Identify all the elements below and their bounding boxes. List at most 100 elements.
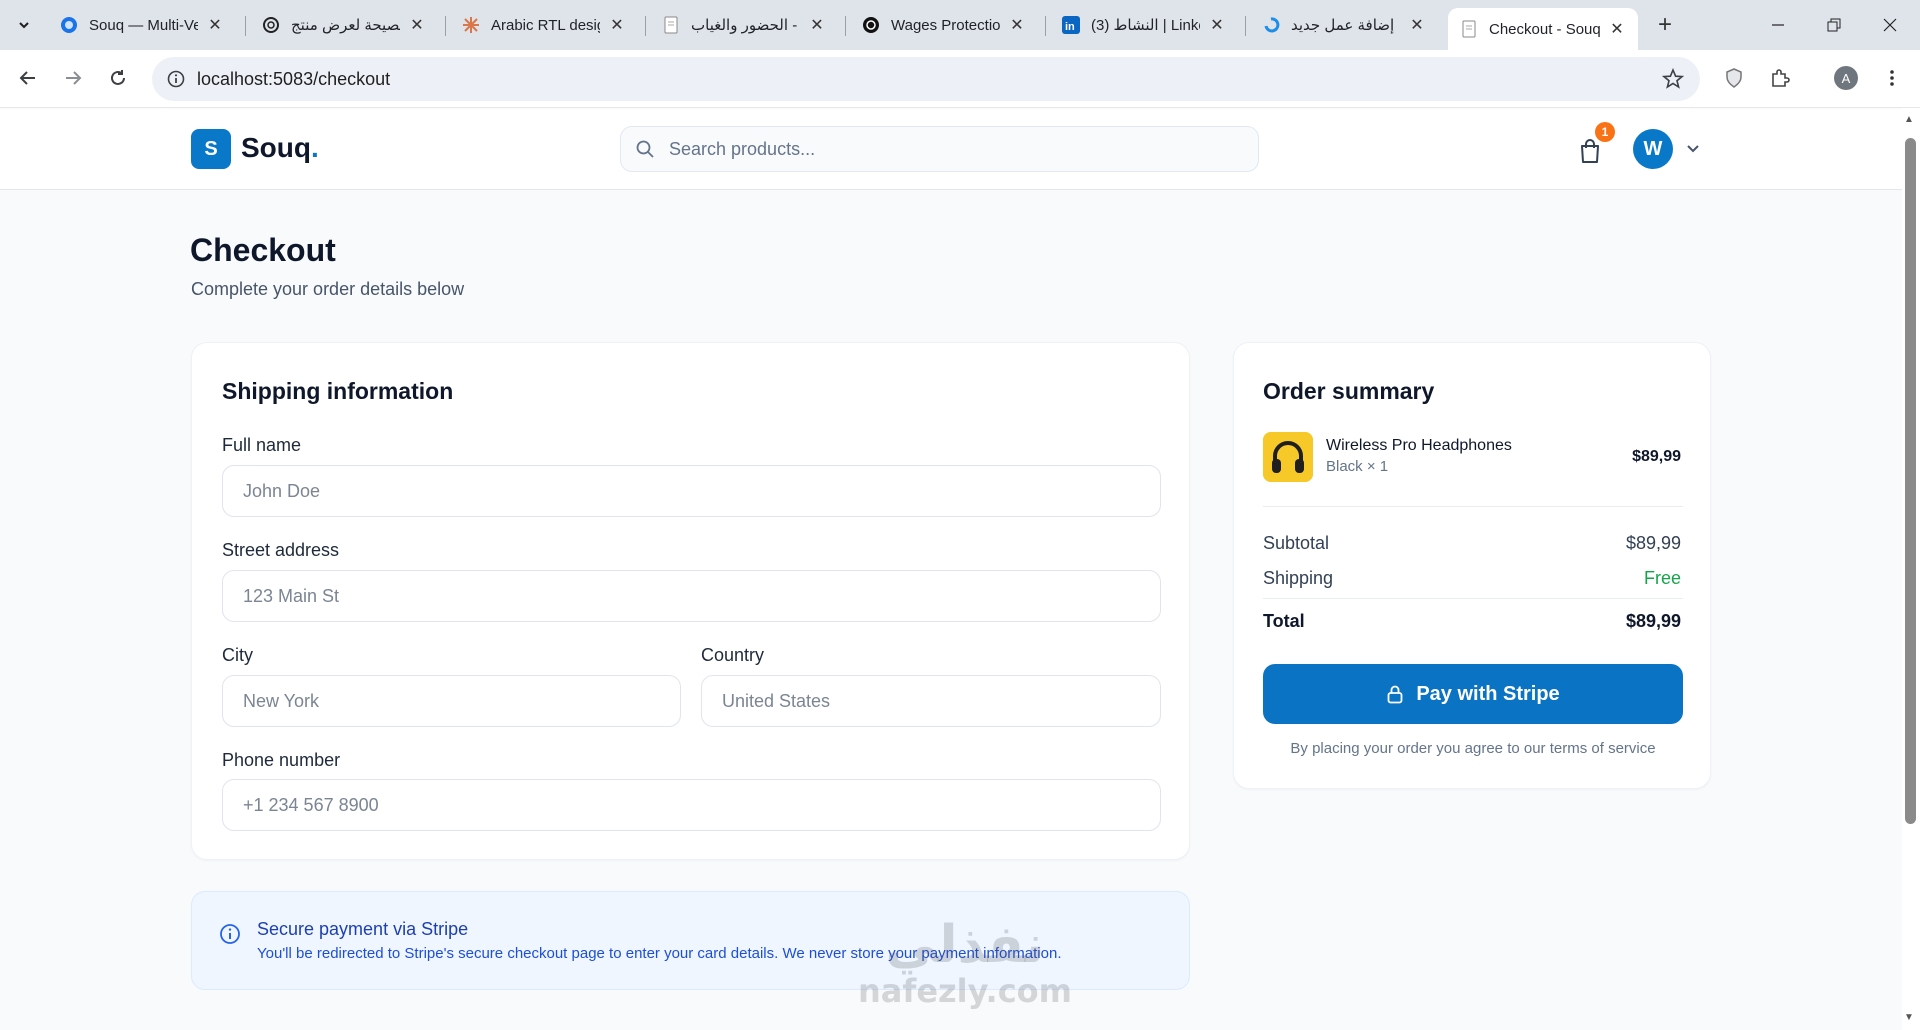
close-tab-icon[interactable]: ✕ — [1408, 16, 1426, 34]
city-field[interactable] — [222, 675, 681, 727]
total-label: Total — [1263, 611, 1305, 631]
secure-payment-text: You'll be redirected to Stripe's secure … — [257, 945, 1062, 962]
browser-tab[interactable]: Arabic RTL design ✕ — [450, 8, 638, 42]
mostaql-favicon-icon — [1262, 16, 1280, 34]
more-vertical-icon — [1890, 70, 1894, 86]
close-tab-icon[interactable]: ✕ — [408, 16, 426, 34]
document-favicon-icon — [662, 16, 680, 34]
divider — [1263, 506, 1683, 507]
phone-number-field[interactable] — [222, 779, 1161, 831]
headphones-icon — [1263, 432, 1313, 482]
profile-avatar[interactable]: A — [1834, 66, 1858, 90]
full-name-field[interactable] — [222, 465, 1161, 517]
shopping-bag-icon — [1581, 139, 1599, 163]
extensions-button[interactable] — [1764, 62, 1796, 94]
shipping-information-card: Shipping information Full name Street ad… — [191, 342, 1190, 860]
close-icon — [1883, 18, 1897, 32]
full-name-label: Full name — [222, 435, 302, 455]
shipping-value: Free — [1643, 568, 1681, 588]
close-tab-icon[interactable]: ✕ — [808, 16, 826, 34]
page-title: Checkout — [190, 232, 336, 268]
openai-favicon-icon — [862, 16, 880, 34]
url-text[interactable]: localhost:5083/checkout — [197, 69, 390, 90]
logo-word: Souq — [241, 132, 311, 163]
order-summary-card: Order summary Wireless Pro Headphones Bl… — [1233, 342, 1711, 789]
browser-tab[interactable]: Souq — Multi-Vendor ✕ — [48, 8, 236, 42]
product-thumbnail — [1263, 432, 1313, 482]
close-tab-icon[interactable]: ✕ — [1008, 16, 1026, 34]
souq-favicon-icon — [60, 16, 78, 34]
scroll-up-arrow-icon[interactable]: ▲ — [1904, 114, 1914, 125]
street-address-input[interactable] — [223, 571, 1160, 621]
browser-tab[interactable]: Wages Protection ✕ — [850, 8, 1038, 42]
tab-separator — [445, 16, 446, 36]
close-tab-icon[interactable]: ✕ — [1608, 20, 1626, 38]
phone-number-input[interactable] — [223, 780, 1160, 830]
logo-mark[interactable]: S — [191, 129, 231, 169]
browser-tab[interactable]: نصيحة لعرض منتج ✕ — [250, 8, 438, 42]
browser-menu-button[interactable] — [1876, 62, 1908, 94]
divider — [1263, 598, 1683, 599]
street-address-field[interactable] — [222, 570, 1161, 622]
city-label: City — [222, 645, 253, 665]
bookmark-star-icon[interactable] — [1661, 67, 1685, 95]
address-bar[interactable]: localhost:5083/checkout — [152, 57, 1700, 101]
country-field[interactable] — [701, 675, 1161, 727]
subtotal-value: $89,99 — [1625, 533, 1681, 553]
new-tab-button[interactable]: + — [1650, 10, 1680, 40]
reload-icon — [111, 70, 125, 85]
close-window-button[interactable] — [1862, 8, 1918, 42]
secure-payment-title: Secure payment via Stripe — [257, 919, 469, 939]
pay-with-stripe-button[interactable]: Pay with Stripe — [1263, 664, 1683, 724]
puzzle-icon — [1772, 69, 1790, 87]
product-variant: Black × 1 — [1326, 458, 1389, 475]
secure-payment-notice: Secure payment via Stripe You'll be redi… — [191, 891, 1190, 990]
browser-tab-active[interactable]: Checkout - Souq ✕ — [1448, 8, 1638, 50]
phone-number-label: Phone number — [222, 750, 341, 770]
forward-button[interactable] — [56, 61, 90, 95]
minimize-button[interactable] — [1750, 8, 1806, 42]
chatgpt-favicon-icon — [262, 16, 280, 34]
cart-count-badge: 1 — [1595, 122, 1615, 142]
shield-extension-button[interactable] — [1718, 62, 1750, 94]
linkedin-favicon-icon: in — [1062, 16, 1080, 34]
scroll-down-arrow-icon[interactable]: ▼ — [1904, 1012, 1914, 1023]
restore-icon — [1827, 18, 1841, 32]
close-tab-icon[interactable]: ✕ — [206, 16, 224, 34]
arrow-left-icon — [19, 71, 35, 85]
minimize-icon — [1772, 24, 1784, 26]
reload-button[interactable] — [101, 61, 135, 95]
tab-search-button[interactable] — [8, 10, 40, 40]
user-avatar[interactable]: W — [1633, 129, 1673, 169]
svg-text:in: in — [1065, 21, 1075, 33]
terms-notice: By placing your order you agree to our t… — [1290, 740, 1656, 757]
pay-button-label: Pay with Stripe — [1416, 682, 1560, 705]
total-value: $89,99 — [1625, 611, 1681, 631]
back-button[interactable] — [11, 61, 45, 95]
browser-tab[interactable]: الحضور والغياب - ✕ — [650, 8, 838, 42]
product-search[interactable] — [620, 126, 1259, 172]
lock-icon — [1387, 685, 1403, 704]
site-info-icon[interactable] — [166, 69, 186, 89]
shipping-label: Shipping — [1263, 568, 1334, 588]
document-favicon-icon — [1460, 20, 1478, 38]
scrollbar-thumb[interactable] — [1905, 138, 1916, 824]
tab-separator — [645, 16, 646, 36]
browser-tab[interactable]: إضافة عمل جديد ✕ — [1250, 8, 1438, 42]
country-input[interactable] — [702, 676, 1160, 726]
tab-separator — [1245, 16, 1246, 36]
search-icon — [635, 139, 655, 164]
full-name-input[interactable] — [223, 466, 1160, 516]
logo-text[interactable]: Souq. — [241, 132, 319, 164]
chevron-down-icon — [1687, 145, 1699, 153]
close-tab-icon[interactable]: ✕ — [1208, 16, 1226, 34]
info-icon — [219, 923, 241, 950]
restore-button[interactable] — [1806, 8, 1862, 42]
product-price: $89,99 — [1632, 448, 1681, 465]
search-input[interactable] — [669, 127, 1239, 171]
close-tab-icon[interactable]: ✕ — [608, 16, 626, 34]
user-menu-toggle[interactable] — [1683, 138, 1703, 158]
browser-tab[interactable]: in (3) النشاط | LinkedIn ✕ — [1050, 8, 1238, 42]
city-input[interactable] — [223, 676, 680, 726]
browser-tab-strip: Souq — Multi-Vendor ✕ نصيحة لعرض منتج ✕ … — [0, 0, 1920, 50]
